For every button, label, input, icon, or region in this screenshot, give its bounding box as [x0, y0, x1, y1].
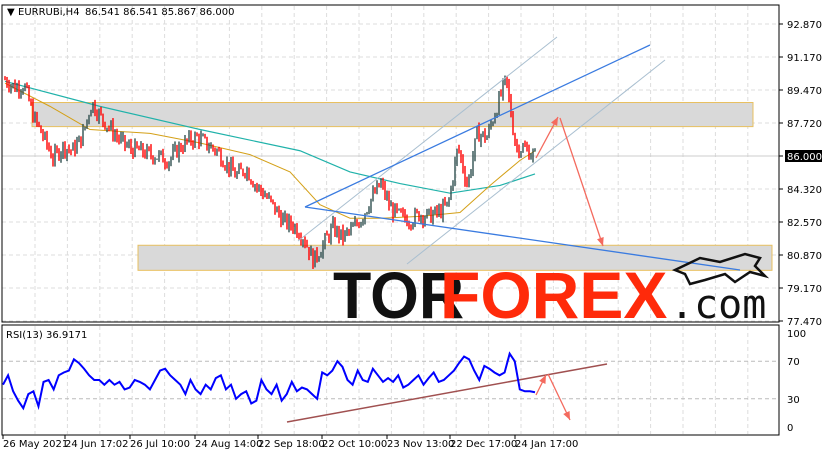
- rsi-tick-label: 70: [787, 357, 800, 368]
- rsi-line: [2, 351, 536, 411]
- drawn-trendlines: [286, 36, 741, 423]
- price-tick-label: 79.170: [787, 284, 822, 295]
- price-tick-label: 92.870: [787, 20, 822, 31]
- logo-forex: FOREX: [440, 258, 667, 332]
- time-axis-label: 26 Jul 10:00: [130, 439, 190, 450]
- price-chart: 92.870 91.170 89.470 87.720 86.000 84.320 82.5…: [1, 4, 822, 450]
- price-tick-label: 84.320: [787, 185, 822, 196]
- price-tick-label: 87.720: [787, 119, 822, 130]
- time-axis-label: 22 Dec 17:00: [450, 439, 517, 450]
- time-axis-label: 24 Jun 17:02: [65, 439, 129, 450]
- price-tick-label: 77.470: [787, 317, 822, 328]
- time-axis-label: 24 Jan 17:00: [515, 439, 578, 450]
- price-tick-label: 86.000: [787, 152, 822, 163]
- price-tick-label: 80.870: [787, 251, 822, 262]
- rsi-tick-label: 0: [787, 423, 793, 434]
- price-tick-label: 82.570: [787, 218, 822, 229]
- forecast-arrow-down-head: [597, 237, 604, 246]
- price-tick-label: 89.470: [787, 86, 822, 97]
- logo-com: .com: [670, 282, 766, 328]
- channel-line-lower: [406, 59, 666, 265]
- time-axis-label: 24 Aug 14:00: [195, 439, 262, 450]
- support-resistance-zone: [31, 102, 754, 128]
- rsi-tick-label: 30: [787, 395, 800, 406]
- rsi-tick-label: 100: [787, 329, 806, 340]
- symbol-dropdown-icon[interactable]: ▼: [7, 7, 15, 18]
- time-axis-label: 22 Oct 10:00: [322, 439, 387, 450]
- price-tick-label: 91.170: [787, 53, 822, 64]
- rsi-trendline: [286, 363, 608, 423]
- forecast-arrow-down: [559, 117, 604, 247]
- time-axis-label: 22 Sep 18:00: [258, 439, 325, 450]
- time-axis-label: 26 May 2021: [3, 439, 68, 450]
- ohlc-values: 86.541 86.541 85.867 86.000: [85, 7, 235, 18]
- time-axis-label: 23 Nov 13:00: [387, 439, 454, 450]
- symbol-label: EURRUBi,H4: [18, 7, 80, 18]
- rsi-label: RSI(13) 36.9171: [6, 330, 87, 341]
